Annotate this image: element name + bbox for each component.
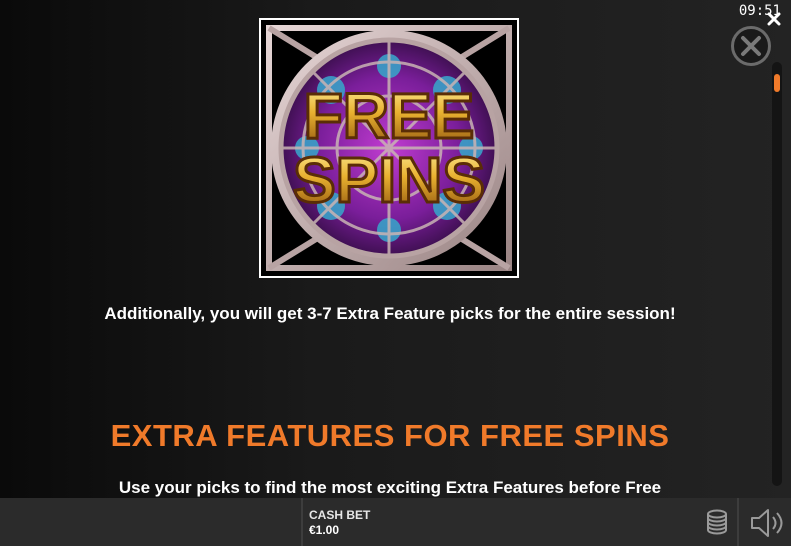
description-text: Additionally, you will get 3-7 Extra Fea…: [104, 304, 676, 323]
close-icon: [741, 36, 761, 56]
free-spins-artwork: FREE SPINS: [261, 20, 517, 276]
sound-icon[interactable]: [750, 508, 786, 538]
bar-divider: [737, 498, 739, 546]
description-text-partial: Use your picks to find the most exciting…: [118, 478, 662, 497]
cash-bet-label: CASH BET: [309, 508, 371, 522]
spins-text: SPINS: [293, 144, 485, 216]
free-text: FREE: [304, 80, 475, 152]
chips-icon[interactable]: [705, 509, 729, 535]
bottom-bar: CASH BET €1.00: [0, 498, 791, 546]
free-spins-image: FREE SPINS: [259, 18, 519, 278]
section-title: EXTRA FEATURES FOR FREE SPINS: [110, 418, 670, 453]
bar-divider: [301, 498, 303, 546]
paytable-content: 09:51 FREE SPINS Additionally, you will …: [0, 0, 791, 498]
close-button[interactable]: [731, 26, 771, 66]
scrollbar-thumb[interactable]: [774, 74, 780, 92]
cash-bet-value: €1.00: [309, 523, 340, 537]
close-small-icon[interactable]: [767, 12, 781, 26]
